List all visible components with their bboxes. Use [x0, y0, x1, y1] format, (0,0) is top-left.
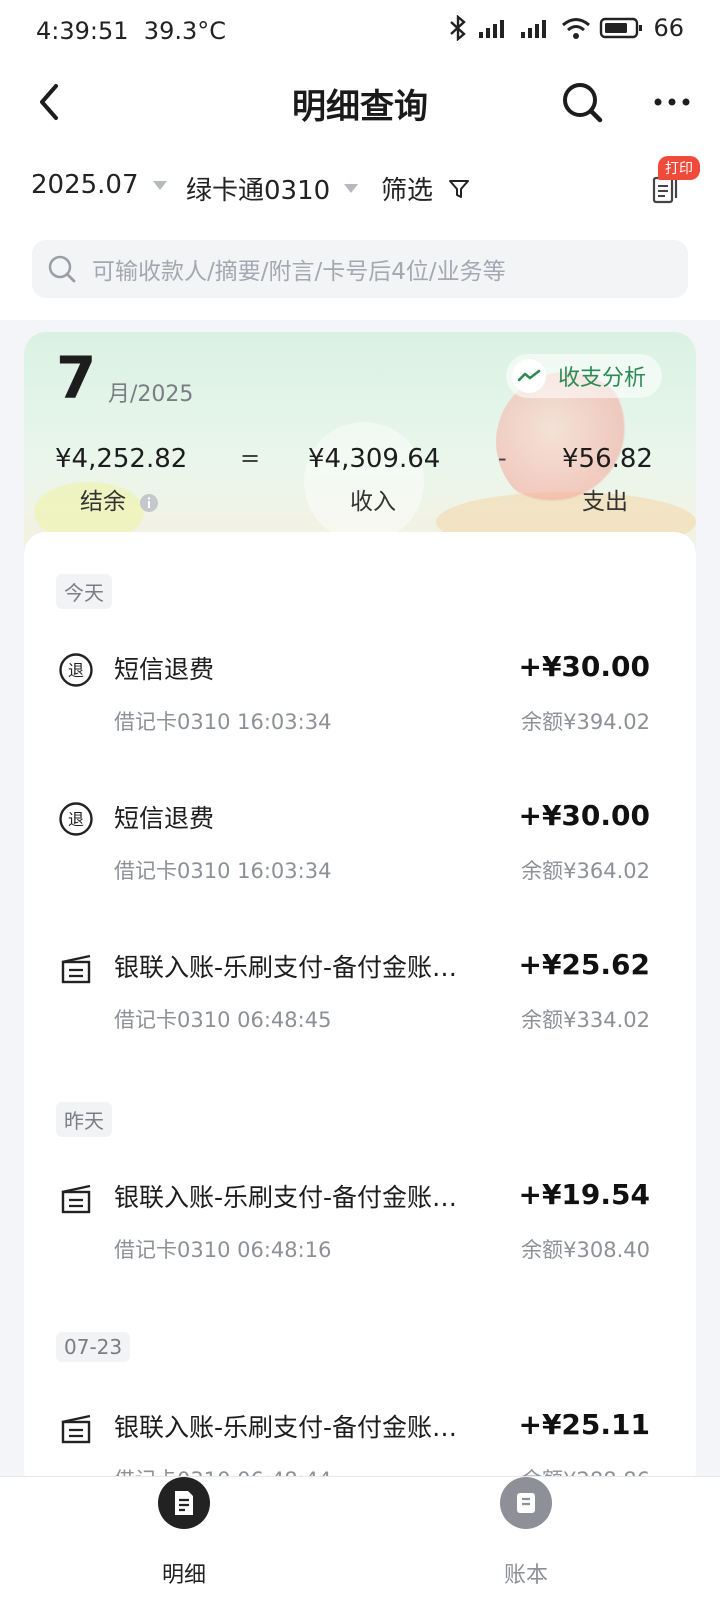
transaction-amount: +¥30.00 [518, 650, 650, 683]
filter-row: 2025.07 绿卡通0310 筛选 打印 [0, 156, 720, 216]
filter-label: 筛选 [381, 176, 434, 206]
info-icon[interactable] [139, 493, 159, 513]
transaction-row[interactable]: 银联入账-乐刷支付-备付金账… 借记卡0310 06:48:16 +¥19.54… [24, 1166, 696, 1276]
transaction-row[interactable]: 退 短信退费 借记卡0310 16:03:34 +¥30.00 余额¥394.0… [24, 638, 696, 748]
deposit-icon [61, 1414, 91, 1444]
refund-icon: 退 [59, 653, 93, 687]
more-icon [654, 98, 690, 106]
status-time: 4:39:51 39.3°C [36, 17, 226, 45]
signal-icon [479, 20, 505, 38]
expense-label: 支出 [582, 489, 628, 515]
transaction-list: 今天 退 短信退费 借记卡0310 16:03:34 +¥30.00 余额¥39… [24, 532, 696, 1492]
transaction-name: 银联入账-乐刷支付-备付金账… [114, 1413, 458, 1442]
transaction-name: 短信退费 [114, 655, 215, 684]
nav-tab-details[interactable]: 明细 [104, 1477, 264, 1600]
transaction-name: 银联入账-乐刷支付-备付金账… [114, 1183, 458, 1212]
balance-label: 结余 [80, 482, 159, 516]
ledger-icon [500, 1477, 552, 1529]
date-group-yesterday: 昨天 [56, 1102, 112, 1137]
print-badge: 打印 [658, 156, 700, 180]
print-button[interactable]: 打印 [634, 156, 700, 216]
equals-sign: = [240, 444, 261, 472]
nav-tab-ledger-label: 账本 [503, 1563, 548, 1588]
search-placeholder: 可输收款人/摘要/附言/卡号后4位/业务等 [92, 259, 506, 285]
transaction-amount: +¥25.11 [518, 1408, 650, 1441]
transaction-amount: +¥30.00 [518, 799, 650, 832]
transaction-row[interactable]: 退 短信退费 借记卡0310 16:03:34 +¥30.00 余额¥364.0… [24, 787, 696, 897]
search-button[interactable] [556, 76, 608, 128]
income-label: 收入 [350, 489, 396, 515]
month-selector-label: 2025.07 [31, 170, 139, 200]
deposit-icon [61, 954, 91, 984]
battery-icon [600, 17, 643, 39]
search-icon [563, 83, 603, 123]
status-icons: 66 [447, 14, 684, 42]
analysis-label: 收支分析 [557, 366, 646, 391]
date-group-today: 今天 [56, 574, 112, 609]
nav-tab-ledger[interactable]: 账本 [446, 1477, 606, 1600]
summary-month-suffix: 月/2025 [108, 382, 194, 407]
bluetooth-icon [450, 15, 467, 41]
signal-icon-2 [521, 20, 547, 38]
transaction-name: 银联入账-乐刷支付-备付金账… [114, 953, 458, 982]
filter-button[interactable]: 筛选 [381, 170, 471, 207]
analysis-button[interactable]: 收支分析 [505, 354, 662, 398]
wifi-icon [562, 18, 591, 39]
status-bar: 4:39:51 39.3°C 66 [0, 0, 720, 62]
search-icon [48, 255, 76, 283]
search-input[interactable]: 可输收款人/摘要/附言/卡号后4位/业务等 [32, 240, 688, 298]
balance-amount: ¥4,252.82 [55, 444, 188, 474]
transaction-amount: +¥25.62 [518, 948, 650, 981]
transaction-meta: 借记卡0310 16:03:34 [114, 859, 332, 883]
account-selector[interactable]: 绿卡通0310 [186, 170, 359, 207]
funnel-icon [449, 179, 470, 198]
caret-down-icon [344, 184, 359, 193]
bottom-nav: 明细 账本 [0, 1476, 720, 1600]
summary-month: 7 [56, 344, 97, 412]
nav-tab-details-label: 明细 [161, 1563, 206, 1588]
minus-sign: - [498, 444, 507, 472]
more-button[interactable] [646, 76, 698, 128]
transaction-row[interactable]: 银联入账-乐刷支付-备付金账… 借记卡0310 06:48:45 +¥25.62… [24, 936, 696, 1046]
document-icon [158, 1477, 210, 1529]
transaction-amount: +¥19.54 [518, 1178, 650, 1211]
transaction-balance: 余额¥394.02 [521, 710, 650, 734]
expense-amount: ¥56.82 [562, 444, 653, 474]
caret-down-icon [152, 180, 167, 190]
battery-level: 66 [653, 14, 684, 42]
transaction-balance: 余额¥334.02 [521, 1008, 650, 1032]
svg-text:退: 退 [68, 810, 84, 829]
deposit-icon [61, 1184, 91, 1214]
refund-icon: 退 [59, 802, 93, 836]
page-title: 明细查询 [292, 87, 428, 127]
date-group-0723: 07-23 [56, 1332, 131, 1362]
status-temperature: 39.3°C [143, 17, 226, 45]
transaction-meta: 借记卡0310 16:03:34 [114, 710, 332, 734]
header: 明细查询 [0, 62, 720, 142]
account-selector-label: 绿卡通0310 [186, 176, 331, 206]
transaction-balance: 余额¥308.40 [521, 1238, 650, 1262]
income-amount: ¥4,309.64 [308, 444, 441, 474]
transaction-meta: 借记卡0310 06:48:45 [114, 1008, 332, 1032]
transaction-meta: 借记卡0310 06:48:16 [114, 1238, 332, 1262]
trend-icon [511, 359, 546, 393]
transaction-name: 短信退费 [114, 804, 215, 833]
transaction-balance: 余额¥364.02 [521, 859, 650, 883]
month-selector[interactable]: 2025.07 [31, 170, 167, 200]
svg-text:退: 退 [68, 661, 84, 680]
